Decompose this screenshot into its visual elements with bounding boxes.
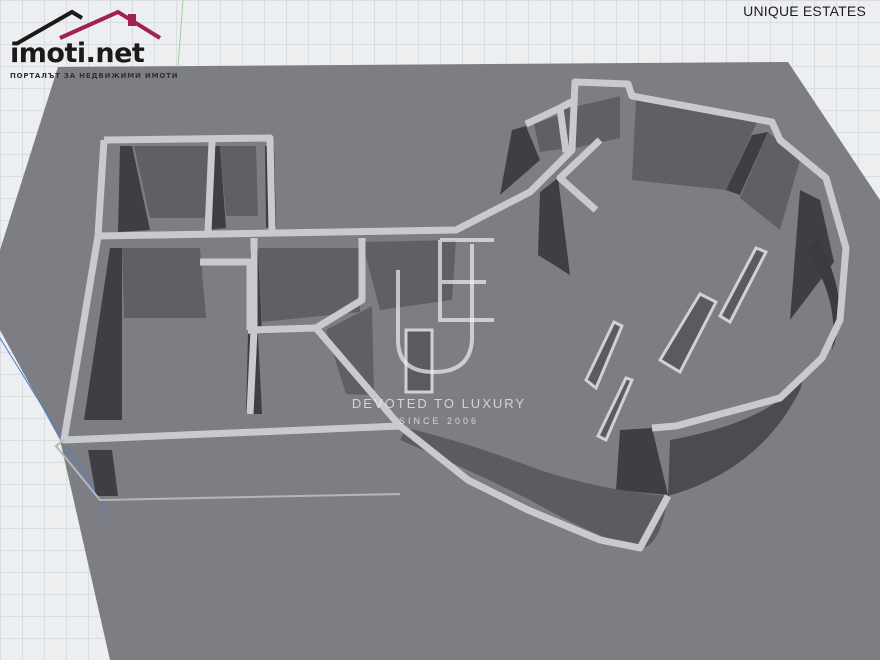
agency-label: UNIQUE ESTATES bbox=[743, 3, 866, 19]
watermark-since: SINCE 2006 bbox=[398, 416, 480, 426]
watermark-slogan: DEVOTED TO LUXURY bbox=[351, 396, 527, 411]
logo-text: imoti.net bbox=[10, 38, 145, 69]
imoti-logo[interactable]: imoti.net ПОРТАЛЪТ ЗА НЕДВИЖИМИ ИМОТИ bbox=[8, 8, 178, 88]
logo-tagline: ПОРТАЛЪТ ЗА НЕДВИЖИМИ ИМОТИ bbox=[10, 72, 179, 80]
floor-plan-3d-model[interactable] bbox=[0, 0, 880, 660]
